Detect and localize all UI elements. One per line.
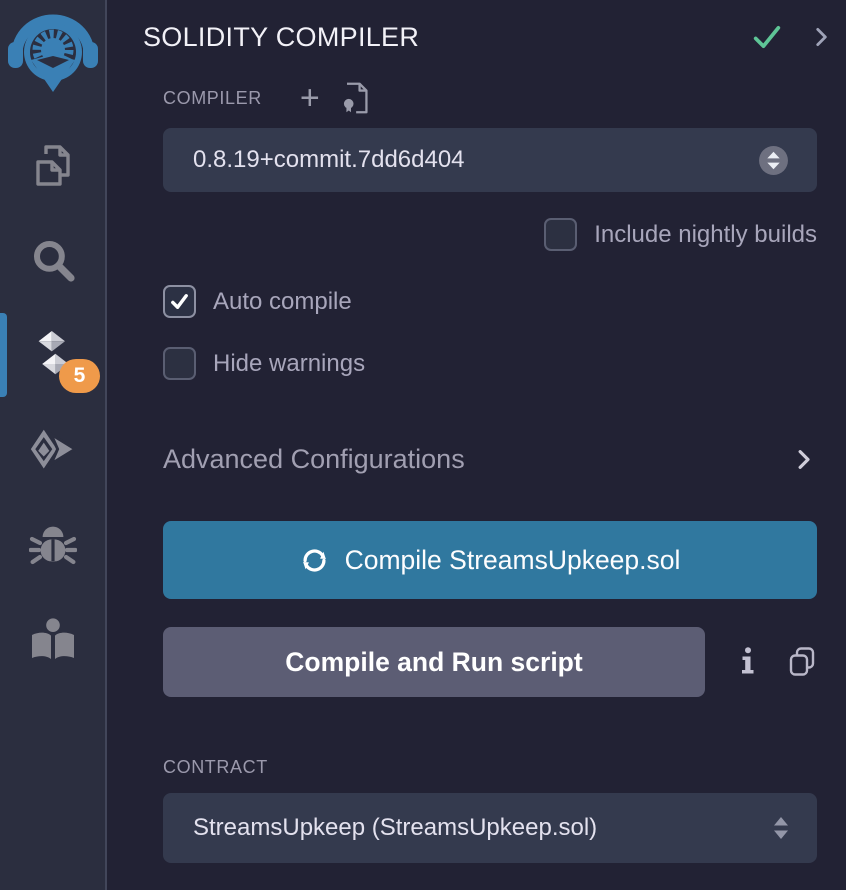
advanced-configurations-toggle[interactable]: Advanced Configurations [163, 444, 817, 475]
auto-compile-checkbox[interactable] [163, 285, 196, 318]
hide-warnings-row: Hide warnings [163, 347, 817, 380]
contract-select-updown-icon [773, 816, 789, 840]
panel-title: SOLIDITY COMPILER [143, 22, 750, 53]
compiler-version-select[interactable]: 0.8.19+commit.7dd6d404 [163, 128, 817, 192]
refresh-icon [300, 546, 329, 575]
compile-and-run-label: Compile and Run script [285, 647, 582, 678]
include-nightly-row: Include nightly builds [163, 218, 817, 251]
remix-logo[interactable] [7, 8, 99, 94]
advanced-configurations-label: Advanced Configurations [163, 444, 790, 475]
sidebar-item-deploy-and-run[interactable] [0, 419, 105, 481]
advanced-chevron-icon [790, 446, 817, 473]
sidebar-item-learn[interactable] [0, 609, 105, 671]
compiler-section-label: COMPILER [163, 88, 262, 109]
book-icon [29, 616, 77, 664]
solidity-compiler-panel: SOLIDITY COMPILER COMPILER + 0.8.19+comm… [107, 0, 846, 890]
icon-sidebar: 5 [0, 0, 107, 890]
sidebar-nav: 5 [0, 134, 105, 704]
compiler-license-icon[interactable] [340, 82, 370, 114]
contract-select[interactable]: StreamsUpkeep (StreamsUpkeep.sol) [163, 793, 817, 863]
auto-compile-label: Auto compile [213, 288, 352, 316]
hide-warnings-label: Hide warnings [213, 350, 365, 378]
collapse-panel-chevron-icon[interactable] [808, 24, 834, 50]
compile-button-label: Compile StreamsUpkeep.sol [345, 545, 681, 576]
compile-run-row: Compile and Run script [163, 627, 817, 697]
deploy-run-icon [29, 426, 77, 474]
panel-header: SOLIDITY COMPILER [143, 18, 834, 56]
contract-section-header: CONTRACT [163, 755, 817, 779]
search-icon [29, 236, 77, 284]
version-select-updown-icon [758, 145, 789, 176]
include-nightly-checkbox[interactable] [544, 218, 577, 251]
compiler-error-badge: 5 [59, 359, 100, 393]
sidebar-item-debugger[interactable] [0, 514, 105, 576]
sidebar-item-search[interactable] [0, 229, 105, 291]
compile-success-check-icon [750, 20, 784, 54]
include-nightly-label: Include nightly builds [594, 221, 817, 249]
contract-section-label: CONTRACT [163, 757, 268, 778]
contract-select-value: StreamsUpkeep (StreamsUpkeep.sol) [193, 814, 597, 842]
compiler-section-header: COMPILER + [163, 82, 817, 114]
bug-icon [29, 521, 77, 569]
hide-warnings-checkbox[interactable] [163, 347, 196, 380]
info-icon[interactable] [741, 647, 755, 677]
sidebar-item-file-explorer[interactable] [0, 134, 105, 196]
auto-compile-row: Auto compile [163, 285, 817, 318]
compile-button[interactable]: Compile StreamsUpkeep.sol [163, 521, 817, 599]
files-icon [29, 141, 77, 189]
compile-and-run-button[interactable]: Compile and Run script [163, 627, 705, 697]
add-custom-compiler-icon[interactable]: + [300, 84, 320, 112]
sidebar-item-solidity-compiler[interactable]: 5 [0, 324, 105, 386]
compiler-version-value: 0.8.19+commit.7dd6d404 [193, 146, 465, 174]
copy-icon[interactable] [787, 646, 817, 678]
